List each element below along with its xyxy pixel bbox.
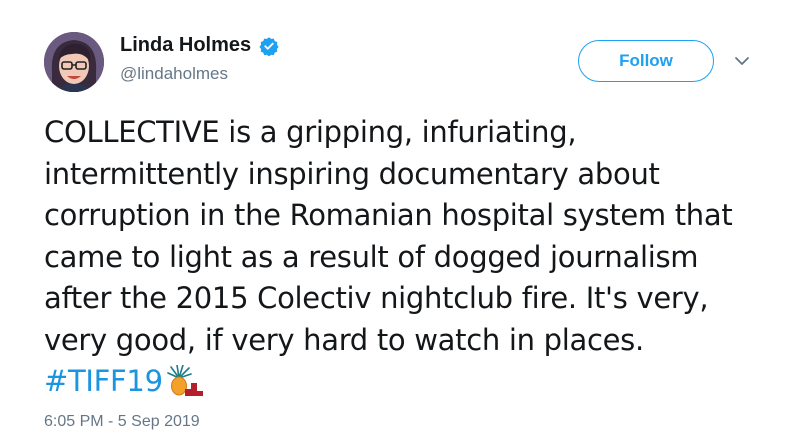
follow-button[interactable]: Follow (578, 40, 714, 82)
tweet-body: COLLECTIVE is a gripping, infuriating, i… (44, 115, 733, 357)
tweet-text: COLLECTIVE is a gripping, infuriating, i… (44, 112, 764, 403)
user-avatar[interactable] (44, 32, 104, 92)
display-name[interactable]: Linda Holmes (120, 34, 251, 57)
hashtag-link[interactable]: #TIFF19 (44, 364, 163, 398)
tiff-hashflag-icon (166, 365, 203, 396)
tweet-timestamp[interactable]: 6:05 PM - 5 Sep 2019 (44, 413, 200, 431)
user-handle[interactable]: @lindaholmes (120, 64, 228, 84)
author-name-row: Linda Holmes (120, 34, 279, 57)
verified-badge-icon (259, 36, 279, 56)
chevron-down-icon[interactable] (733, 52, 751, 70)
avatar-image (44, 32, 104, 92)
tweet-card: Linda Holmes @lindaholmes Follow COLLECT… (0, 0, 800, 444)
